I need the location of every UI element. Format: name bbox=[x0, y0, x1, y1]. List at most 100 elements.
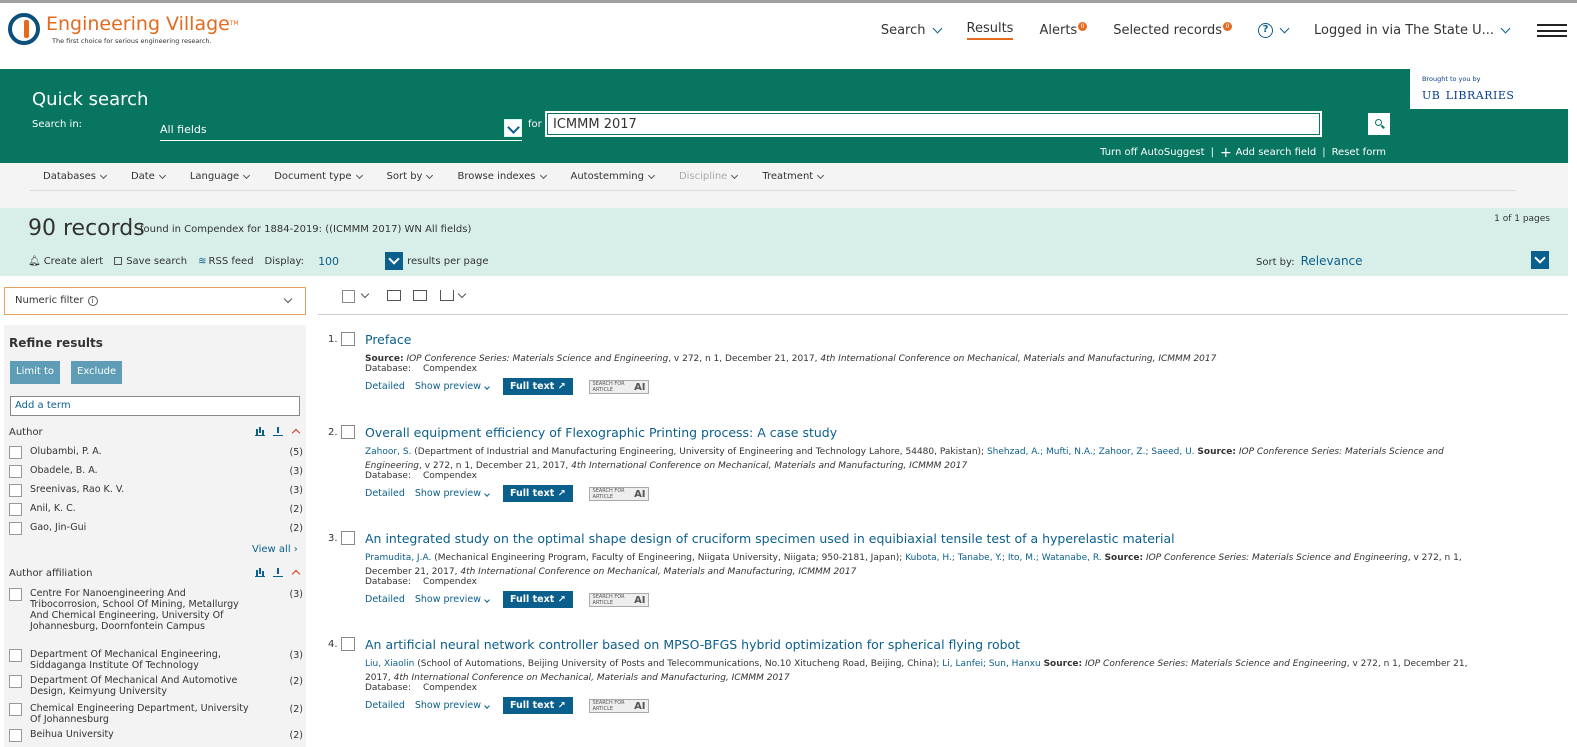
chevron-up-icon[interactable] bbox=[291, 568, 301, 577]
filter-document-type[interactable]: Document type bbox=[274, 171, 363, 182]
result-checkbox[interactable] bbox=[341, 637, 355, 651]
filter-sort-by[interactable]: Sort by bbox=[387, 171, 434, 182]
facet-checkbox[interactable] bbox=[9, 588, 22, 601]
search-for-article-button[interactable]: SEARCH FOR ARTICLE AI bbox=[588, 486, 649, 501]
chevron-down-icon[interactable] bbox=[360, 289, 370, 299]
facet-count: (3) bbox=[289, 485, 303, 496]
show-preview-link[interactable]: Show preview bbox=[415, 700, 490, 711]
create-alert-button[interactable]: 🔔︎ Create alert bbox=[28, 256, 103, 267]
display-value[interactable]: 100 bbox=[318, 255, 339, 268]
detailed-link[interactable]: Detailed bbox=[365, 594, 405, 605]
filter-browse-indexes[interactable]: Browse indexes bbox=[457, 171, 547, 182]
chevron-up-icon[interactable] bbox=[291, 427, 301, 436]
save-search-button[interactable]: Save search bbox=[114, 256, 187, 267]
add-search-field-link[interactable]: Add search field bbox=[1236, 147, 1317, 158]
chevron-down-icon[interactable] bbox=[457, 289, 467, 299]
result-title-link[interactable]: Overall equipment efficiency of Flexogra… bbox=[365, 425, 837, 440]
primary-author-link[interactable]: Zahoor, S. bbox=[365, 447, 411, 457]
nav-search[interactable]: Search bbox=[881, 23, 942, 38]
nav-results[interactable]: Results bbox=[966, 21, 1014, 40]
result-title-link[interactable]: Preface bbox=[365, 332, 412, 347]
detailed-link[interactable]: Detailed bbox=[365, 700, 405, 711]
nav-results-label: Results bbox=[966, 21, 1014, 40]
chart-icon[interactable] bbox=[255, 427, 265, 436]
search-for-article-button[interactable]: SEARCH FOR ARTICLE AI bbox=[588, 592, 649, 607]
full-text-button[interactable]: Full text ↗ bbox=[502, 378, 573, 395]
nav-selected-records[interactable]: Selected records 0 bbox=[1113, 22, 1232, 38]
email-icon[interactable] bbox=[387, 290, 401, 301]
add-term-input[interactable]: Add a term bbox=[10, 396, 300, 416]
co-authors-links[interactable]: Shehzad, A.; Mufti, N.A.; Zahoor, Z.; Sa… bbox=[987, 447, 1195, 457]
filter-treatment[interactable]: Treatment bbox=[762, 171, 825, 182]
turn-off-autosuggest-link[interactable]: Turn off AutoSuggest bbox=[1100, 147, 1204, 158]
facet-checkbox[interactable] bbox=[9, 703, 22, 716]
filter-date[interactable]: Date bbox=[131, 171, 166, 182]
search-input[interactable] bbox=[545, 111, 1322, 137]
filter-autostemming[interactable]: Autostemming bbox=[571, 171, 655, 182]
select-all-checkbox[interactable] bbox=[342, 290, 355, 303]
show-preview-link[interactable]: Show preview bbox=[415, 488, 490, 499]
info-icon[interactable]: i bbox=[87, 296, 98, 306]
primary-author-link[interactable]: Liu, Xiaolin bbox=[365, 659, 414, 669]
nav-account[interactable]: Logged in via The State U... bbox=[1314, 23, 1511, 38]
facet-checkbox[interactable] bbox=[9, 729, 22, 742]
download-icon[interactable] bbox=[273, 427, 283, 436]
facet-checkbox[interactable] bbox=[9, 484, 22, 497]
show-preview-link[interactable]: Show preview bbox=[415, 381, 490, 392]
search-button[interactable] bbox=[1368, 113, 1390, 135]
chevron-down-icon[interactable] bbox=[385, 252, 404, 270]
nav-help[interactable]: ? bbox=[1257, 23, 1290, 38]
facet-label: Department Of Mechanical Engineering, Si… bbox=[30, 649, 221, 671]
chevron-down-icon[interactable] bbox=[1531, 251, 1549, 269]
numeric-filter[interactable]: Numeric filter i bbox=[4, 287, 306, 315]
database-value: Compendex bbox=[422, 577, 477, 587]
chart-icon[interactable] bbox=[255, 568, 265, 577]
facet-checkbox[interactable] bbox=[9, 503, 22, 516]
download-icon[interactable] bbox=[440, 290, 454, 301]
facet-checkbox[interactable] bbox=[9, 446, 22, 459]
nav-alerts[interactable]: Alerts 0 bbox=[1039, 22, 1088, 38]
result-checkbox[interactable] bbox=[341, 531, 355, 545]
result-checkbox[interactable] bbox=[341, 332, 355, 346]
facet-checkbox[interactable] bbox=[9, 522, 22, 535]
download-icon[interactable] bbox=[273, 568, 283, 577]
rss-feed-button[interactable]: ≋ RSS feed bbox=[198, 256, 253, 267]
facet-checkbox[interactable] bbox=[9, 675, 22, 688]
full-text-button[interactable]: Full text ↗ bbox=[502, 591, 573, 608]
affiliation-facet-header[interactable]: Author affiliation bbox=[9, 568, 301, 579]
result-title-link[interactable]: An artificial neural network controller … bbox=[365, 637, 1020, 652]
reset-form-link[interactable]: Reset form bbox=[1332, 147, 1386, 158]
filter-label: Databases bbox=[43, 171, 96, 182]
save-icon bbox=[114, 257, 123, 265]
print-icon[interactable] bbox=[413, 290, 427, 301]
search-for-article-button[interactable]: SEARCH FOR ARTICLE AI bbox=[588, 698, 649, 713]
sfa-line2: ARTICLE bbox=[592, 493, 614, 500]
sort-by-value[interactable]: Relevance bbox=[1301, 254, 1363, 268]
chevron-down-icon bbox=[484, 384, 490, 390]
primary-author-link[interactable]: Pramudita, J.A. bbox=[365, 553, 431, 563]
view-all-link[interactable]: View all › bbox=[252, 544, 298, 555]
search-field-select[interactable]: All fields bbox=[160, 119, 522, 141]
search-for-article-button[interactable]: SEARCH FOR ARTICLE AI bbox=[588, 379, 649, 394]
ub-mark: UB bbox=[1422, 89, 1441, 102]
filter-language[interactable]: Language bbox=[190, 171, 251, 182]
chevron-down-icon[interactable] bbox=[504, 119, 522, 137]
full-text-button[interactable]: Full text ↗ bbox=[502, 485, 573, 502]
full-text-button[interactable]: Full text ↗ bbox=[502, 697, 573, 714]
exclude-button[interactable]: Exclude bbox=[71, 361, 123, 384]
limit-to-button[interactable]: Limit to bbox=[10, 361, 61, 384]
co-authors-links[interactable]: Kubota, H.; Tanabe, Y.; Ito, M.; Watanab… bbox=[905, 553, 1101, 563]
detailed-link[interactable]: Detailed bbox=[365, 381, 405, 392]
result-title-link[interactable]: An integrated study on the optimal shape… bbox=[365, 531, 1175, 546]
author-facet-header[interactable]: Author bbox=[9, 427, 301, 438]
show-preview-link[interactable]: Show preview bbox=[415, 594, 490, 605]
engineering-village-logo[interactable]: Engineering VillageTM The first choice f… bbox=[8, 13, 239, 45]
filter-databases[interactable]: Databases bbox=[43, 171, 107, 182]
hamburger-menu-icon[interactable] bbox=[1537, 24, 1567, 37]
detailed-link[interactable]: Detailed bbox=[365, 488, 405, 499]
ub-libraries-logo[interactable]: Brought to you by UB LIBRARIES bbox=[1410, 69, 1568, 109]
facet-checkbox[interactable] bbox=[9, 649, 22, 662]
co-authors-links[interactable]: Li, Lanfei; Sun, Hanxu bbox=[942, 659, 1040, 669]
facet-checkbox[interactable] bbox=[9, 465, 22, 478]
result-checkbox[interactable] bbox=[341, 425, 355, 439]
